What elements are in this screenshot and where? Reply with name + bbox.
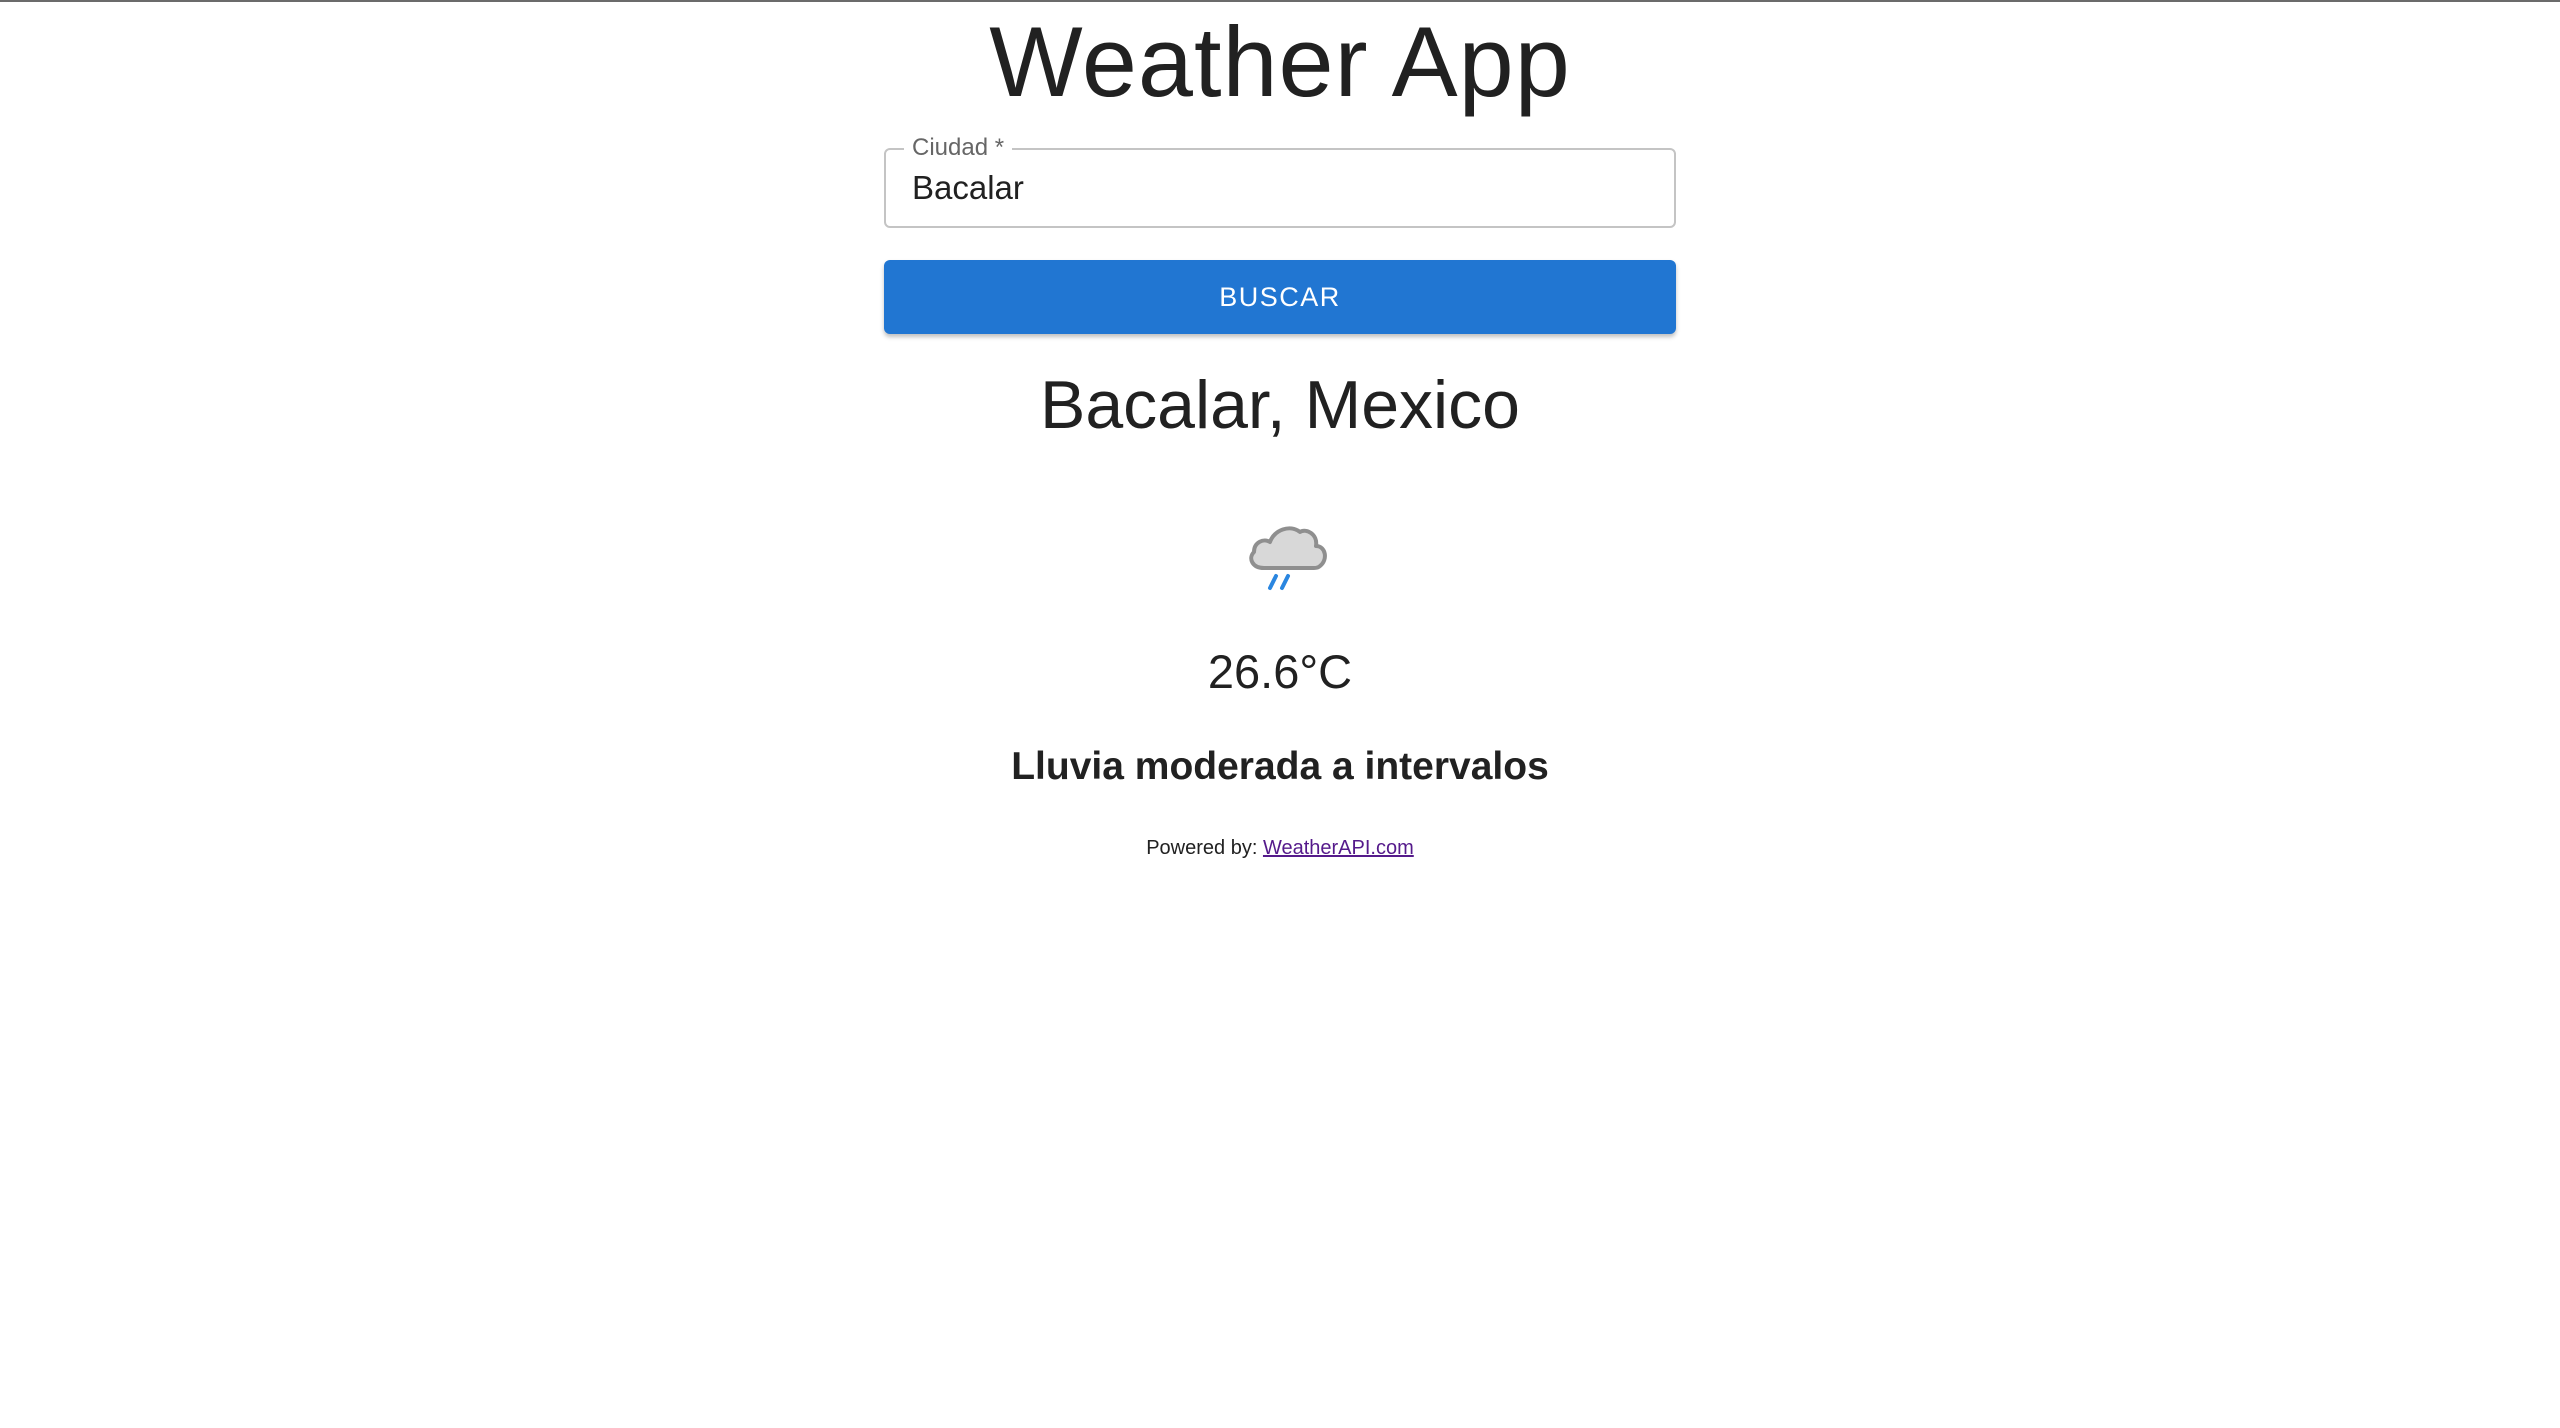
moon-cloud-rain-icon <box>1246 490 1327 590</box>
location-title: Bacalar, Mexico <box>1040 367 1520 443</box>
weather-app-container: Weather App Ciudad * BUSCAR Bacalar, Mex… <box>884 0 1676 859</box>
city-input[interactable] <box>912 166 1652 210</box>
app-title: Weather App <box>989 6 1571 117</box>
rain-drop <box>1268 574 1278 590</box>
rain-drop <box>1280 574 1290 590</box>
cloud-shape <box>1249 526 1327 570</box>
powered-by-label: Powered by: <box>1146 837 1258 859</box>
search-button[interactable]: BUSCAR <box>884 260 1676 334</box>
temperature: 26.6°C <box>1207 645 1353 698</box>
powered-by: Powered by: WeatherAPI.com <box>884 834 1676 862</box>
moon-shape <box>1246 490 1274 525</box>
weatherapi-link[interactable]: WeatherAPI.com <box>1263 837 1414 859</box>
weather-condition: Lluvia moderada a intervalos <box>1011 745 1549 788</box>
city-field-label: Ciudad * <box>904 132 1013 164</box>
city-field[interactable]: Ciudad * <box>884 132 1676 228</box>
